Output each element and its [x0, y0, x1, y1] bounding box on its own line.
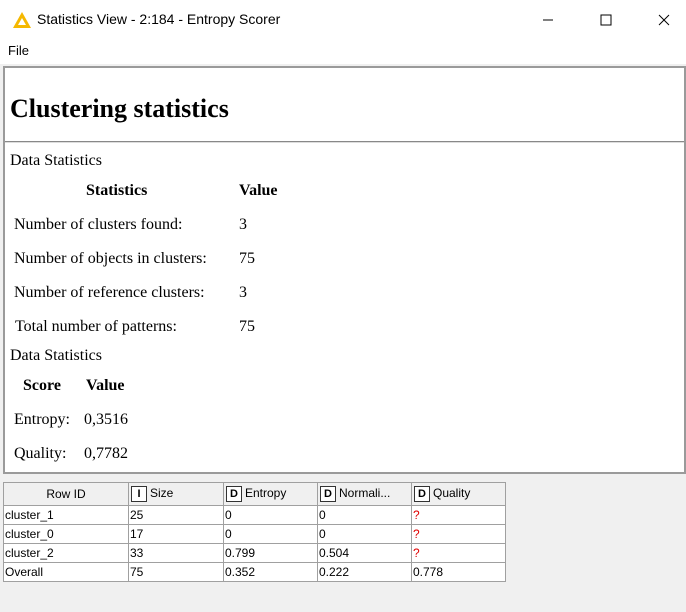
row-id-cell: Overall	[3, 562, 129, 582]
quality-cell: ?	[411, 543, 506, 563]
column-header-quality[interactable]: D Quality	[411, 482, 506, 506]
quality-cell: ?	[411, 505, 506, 525]
menu-bar: File	[0, 40, 686, 64]
entropy-cell: 0	[223, 505, 318, 525]
row-id-cell: cluster_0	[3, 524, 129, 544]
double-type-icon: D	[320, 486, 336, 502]
column-label: Entropy	[245, 486, 287, 501]
cluster-table-area: Row ID I Size D Entropy D Normali... D Quali…	[3, 480, 686, 612]
column-label: Row ID	[46, 487, 86, 501]
score-statistics-label: Data Statistics	[10, 347, 102, 364]
score-header-score: Score	[23, 377, 61, 394]
table-row[interactable]: cluster_1 25 0 0 ?	[3, 505, 506, 525]
row-id-cell: cluster_1	[3, 505, 129, 525]
column-header-entropy[interactable]: D Entropy	[223, 482, 318, 506]
normalized-cell: 0.504	[317, 543, 412, 563]
heading-divider	[5, 141, 684, 143]
stat-value: 3	[239, 284, 247, 301]
score-name: Quality:	[14, 445, 67, 462]
stat-name: Total number of patterns:	[15, 318, 177, 335]
title-bar[interactable]: Statistics View - 2:184 - Entropy Scorer	[0, 0, 686, 40]
table-row[interactable]: cluster_2 33 0.799 0.504 ?	[3, 543, 506, 563]
size-cell: 75	[128, 562, 224, 582]
score-value: 0,3516	[84, 411, 128, 428]
stat-name: Number of reference clusters:	[14, 284, 205, 301]
normalized-cell: 0.222	[317, 562, 412, 582]
window-title: Statistics View - 2:184 - Entropy Scorer	[37, 11, 281, 27]
column-header-size[interactable]: I Size	[128, 482, 224, 506]
entropy-cell: 0	[223, 524, 318, 544]
stat-value: 3	[239, 216, 247, 233]
table-row[interactable]: cluster_0 17 0 0 ?	[3, 524, 506, 544]
size-cell: 25	[128, 505, 224, 525]
stat-name: Number of objects in clusters:	[14, 250, 207, 267]
score-value: 0,7782	[84, 445, 128, 462]
stat-name: Number of clusters found:	[14, 216, 183, 233]
normalized-cell: 0	[317, 505, 412, 525]
minimize-button[interactable]	[519, 0, 577, 40]
row-id-cell: cluster_2	[3, 543, 129, 563]
integer-type-icon: I	[131, 486, 147, 502]
close-button[interactable]	[635, 0, 686, 40]
stats-header-statistics: Statistics	[86, 182, 148, 199]
size-cell: 33	[128, 543, 224, 563]
table-header-row: Row ID I Size D Entropy D Normali... D Quali…	[3, 482, 506, 506]
stats-header-value: Value	[239, 182, 278, 199]
quality-cell: 0.778	[411, 562, 506, 582]
table-row[interactable]: Overall 75 0.352 0.222 0.778	[3, 562, 506, 582]
entropy-cell: 0.799	[223, 543, 318, 563]
column-label: Quality	[433, 486, 471, 501]
statistics-report-pane[interactable]: Clustering statistics Data Statistics St…	[3, 66, 686, 474]
entropy-cell: 0.352	[223, 562, 318, 582]
statistics-view-window: Statistics View - 2:184 - Entropy Scorer…	[0, 0, 686, 612]
stat-value: 75	[239, 318, 255, 335]
score-header-value: Value	[86, 377, 125, 394]
double-type-icon: D	[226, 486, 242, 502]
knime-warning-icon	[13, 12, 31, 28]
column-header-normalized[interactable]: D Normali...	[317, 482, 412, 506]
column-header-rowid[interactable]: Row ID	[3, 482, 129, 506]
menu-file[interactable]: File	[8, 43, 29, 58]
stat-value: 75	[239, 250, 255, 267]
size-cell: 17	[128, 524, 224, 544]
double-type-icon: D	[414, 486, 430, 502]
minimize-icon	[543, 19, 553, 21]
score-name: Entropy:	[14, 411, 70, 428]
cluster-table[interactable]: Row ID I Size D Entropy D Normali... D Quali…	[3, 482, 506, 582]
quality-cell: ?	[411, 524, 506, 544]
maximize-button[interactable]	[577, 0, 635, 40]
data-statistics-label: Data Statistics	[10, 152, 102, 169]
normalized-cell: 0	[317, 524, 412, 544]
close-icon	[658, 14, 670, 26]
column-label: Size	[150, 486, 174, 501]
column-label: Normali...	[339, 486, 391, 501]
maximize-icon	[600, 14, 612, 26]
report-heading: Clustering statistics	[10, 94, 229, 123]
